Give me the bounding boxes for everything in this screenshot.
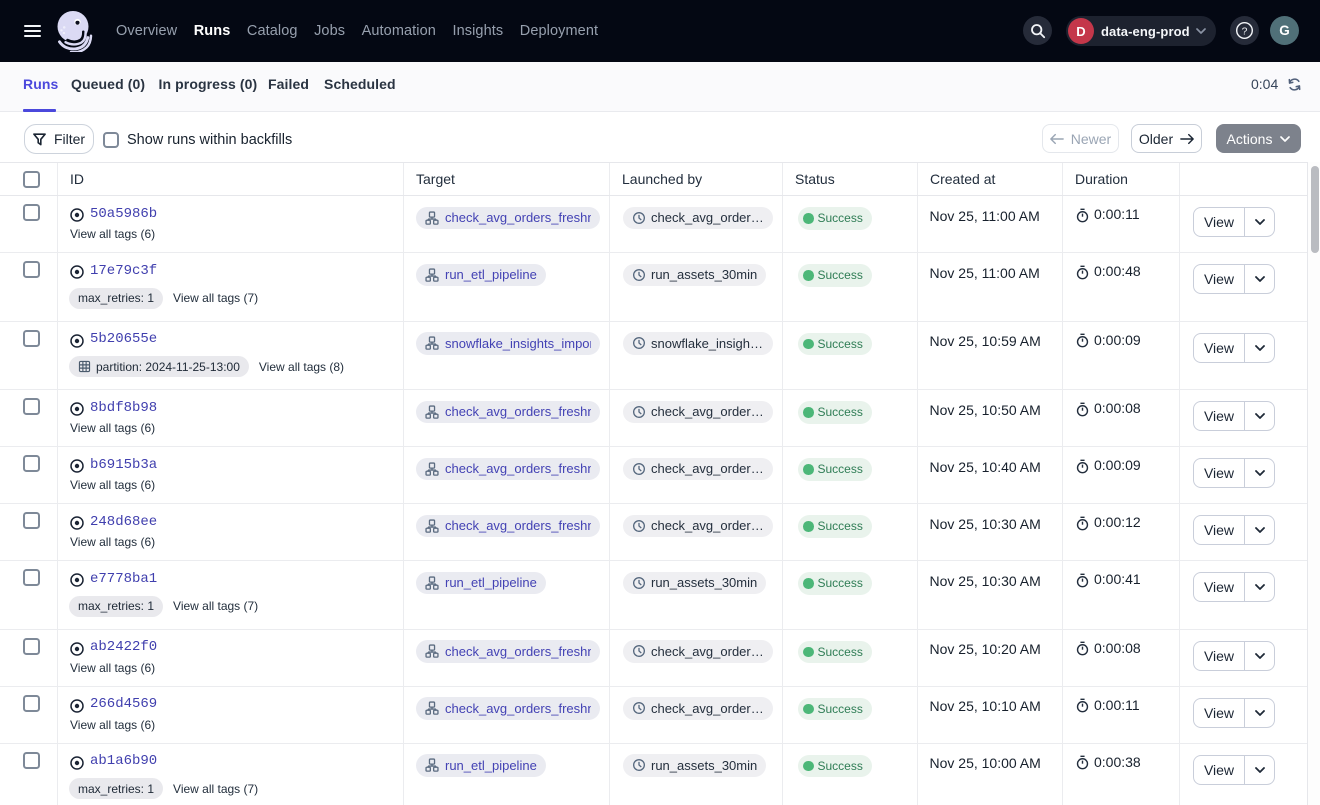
svg-text:?: ? bbox=[1242, 26, 1248, 37]
